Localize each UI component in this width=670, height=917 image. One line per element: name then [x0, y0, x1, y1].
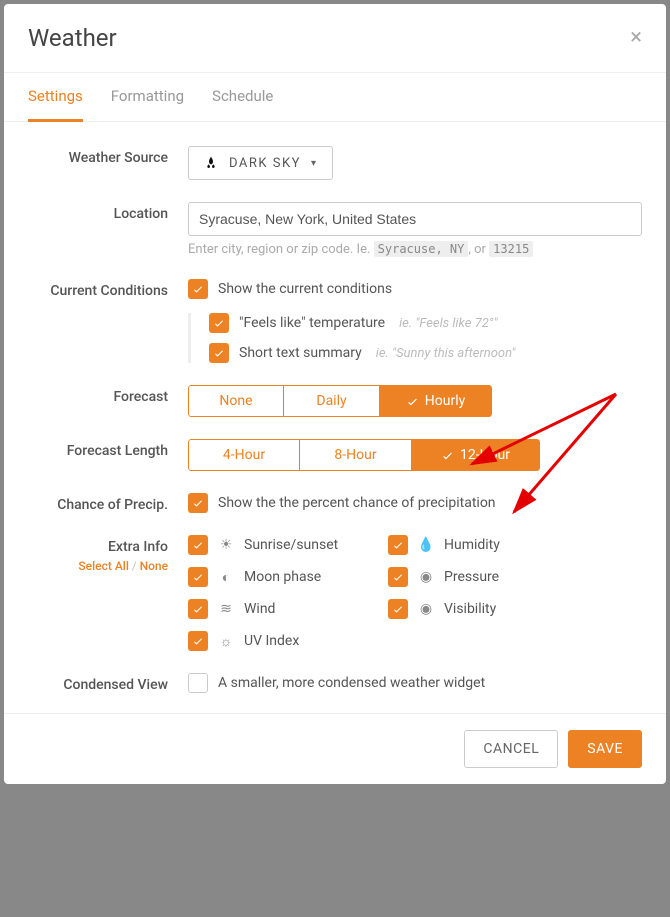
uv-icon: ☼	[218, 633, 234, 650]
checkbox-show-current[interactable]	[188, 279, 208, 299]
check-icon	[441, 449, 454, 462]
check-icon	[406, 395, 419, 408]
pressure-icon: ◉	[418, 569, 434, 585]
darksky-icon	[203, 155, 219, 171]
checkbox-condensed-view[interactable]	[188, 673, 208, 693]
tab-settings[interactable]: Settings	[28, 73, 83, 122]
checkbox-visibility[interactable]	[388, 599, 408, 619]
label-chance-precip-text: Show the the percent chance of precipita…	[218, 495, 496, 511]
weather-source-select[interactable]: DARK SKY ▾	[188, 146, 333, 180]
hint-short-summary: ie. "Sunny this afternoon"	[376, 346, 516, 361]
label-current-conditions: Current Conditions	[28, 279, 188, 363]
weather-settings-modal: Weather × Settings Formatting Schedule W…	[4, 4, 666, 784]
label-forecast-length: Forecast Length	[28, 439, 188, 471]
weather-source-value: DARK SKY	[229, 156, 301, 171]
label-chance-precip: Chance of Precip.	[28, 493, 188, 513]
moon-icon: ◐	[218, 569, 234, 586]
wind-icon: ≋	[218, 601, 234, 617]
close-icon[interactable]: ×	[630, 27, 642, 49]
label-weather-source: Weather Source	[28, 146, 188, 180]
checkbox-short-summary[interactable]	[209, 343, 229, 363]
forecast-segmented: None Daily Hourly	[188, 385, 492, 417]
checkbox-humidity[interactable]	[388, 535, 408, 555]
tab-formatting[interactable]: Formatting	[111, 73, 184, 122]
location-helper: Enter city, region or zip code. Ie. Syra…	[188, 242, 642, 257]
tab-bar: Settings Formatting Schedule	[4, 73, 666, 122]
seg-forecast-daily[interactable]: Daily	[284, 385, 380, 417]
seg-forecast-none[interactable]: None	[188, 385, 284, 417]
location-input[interactable]	[188, 202, 642, 236]
checkbox-wind[interactable]	[188, 599, 208, 619]
label-show-current: Show the current conditions	[218, 281, 392, 297]
label-condensed-view: Condensed View	[28, 673, 188, 693]
seg-forecast-hourly[interactable]: Hourly	[380, 385, 492, 417]
link-select-none[interactable]: None	[140, 559, 168, 573]
cancel-button[interactable]: CANCEL	[464, 730, 558, 768]
label-extra-info: Extra Info	[28, 539, 168, 555]
save-button[interactable]: SAVE	[568, 730, 642, 768]
link-select-all[interactable]: Select All	[78, 559, 129, 573]
checkbox-feels-like[interactable]	[209, 313, 229, 333]
checkbox-pressure[interactable]	[388, 567, 408, 587]
hint-feels-like: ie. "Feels like 72°"	[399, 316, 497, 331]
label-short-summary: Short text summary	[239, 345, 362, 361]
checkbox-moon[interactable]	[188, 567, 208, 587]
modal-footer: CANCEL SAVE	[4, 713, 666, 784]
modal-body: Weather Source DARK SKY ▾ Location Enter…	[4, 122, 666, 713]
tab-schedule[interactable]: Schedule	[212, 73, 273, 122]
seg-length-4h[interactable]: 4-Hour	[188, 439, 300, 471]
checkbox-chance-precip[interactable]	[188, 493, 208, 513]
forecast-length-segmented: 4-Hour 8-Hour 12-Hour	[188, 439, 540, 471]
label-feels-like: "Feels like" temperature	[239, 315, 385, 331]
seg-length-8h[interactable]: 8-Hour	[300, 439, 412, 471]
label-condensed-text: A smaller, more condensed weather widget	[218, 675, 485, 691]
checkbox-sunrise[interactable]	[188, 535, 208, 555]
caret-down-icon: ▾	[311, 158, 318, 169]
sunrise-icon: ☀	[218, 537, 234, 553]
modal-header: Weather ×	[4, 4, 666, 73]
label-forecast: Forecast	[28, 385, 188, 417]
humidity-icon: 💧	[418, 537, 434, 553]
label-location: Location	[28, 202, 188, 257]
modal-title: Weather	[28, 24, 117, 52]
checkbox-uv[interactable]	[188, 631, 208, 651]
visibility-icon: ◉	[418, 601, 434, 617]
seg-length-12h[interactable]: 12-Hour	[412, 439, 540, 471]
